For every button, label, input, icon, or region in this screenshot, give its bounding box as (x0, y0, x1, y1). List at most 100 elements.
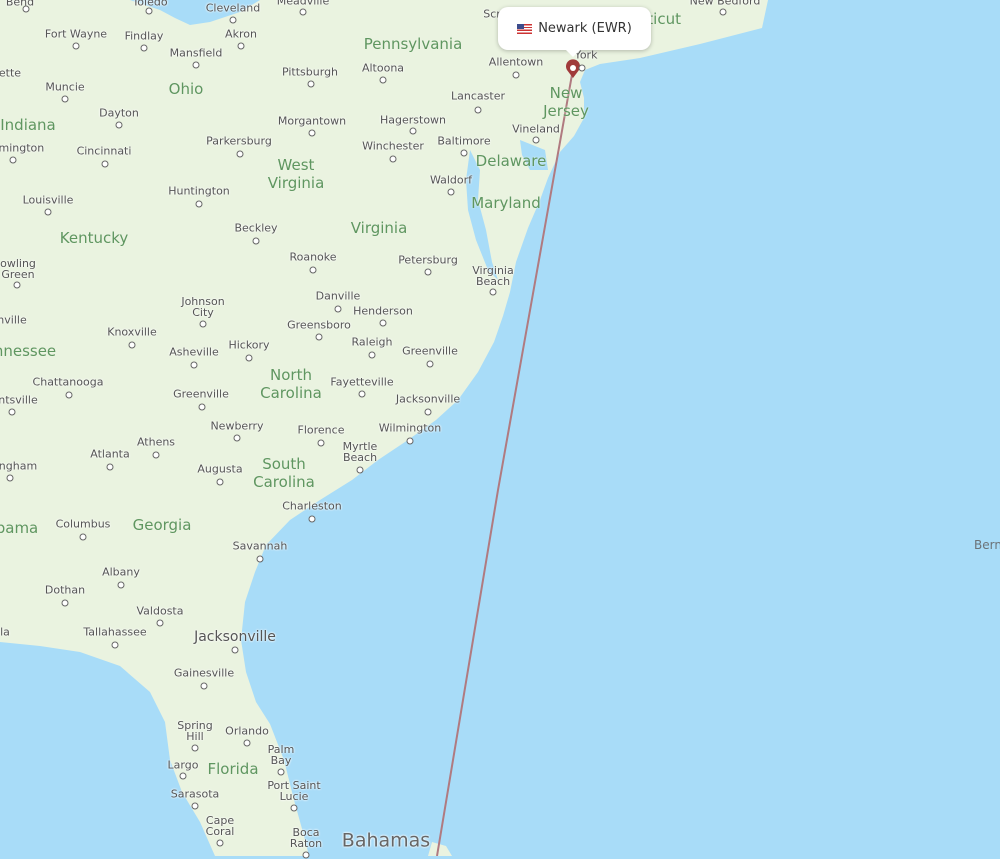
city-dot-icon (389, 155, 397, 163)
city-dot-icon (368, 351, 376, 359)
city-dot-icon (199, 320, 207, 328)
city-label: Bend (5, 0, 35, 9)
state-label: North Carolina (260, 366, 322, 402)
city-dot-icon (13, 281, 21, 289)
city-dot-icon (198, 403, 206, 411)
city-dot-icon (117, 581, 125, 589)
city-label: Augusta (197, 462, 243, 476)
city-dot-icon (252, 237, 260, 245)
city-label: ette (0, 66, 22, 80)
city-label: Jacksonville (395, 392, 461, 406)
city-dot-icon (140, 44, 148, 52)
state-label: Kentucky (59, 229, 129, 247)
city-dot-icon (200, 682, 208, 690)
city-label: Winchester (362, 139, 424, 153)
city-dot-icon (243, 739, 251, 747)
city-label: Findlay (124, 29, 164, 43)
city-dot-icon (79, 533, 87, 541)
city-label: Baltimore (437, 134, 491, 148)
city-label: Knoxville (107, 325, 157, 339)
city-label: Vineland (512, 122, 560, 136)
city-label: Largo (167, 758, 199, 772)
city-label: Altoona (361, 61, 405, 75)
city-label: Lancaster (451, 89, 505, 103)
airport-tooltip[interactable]: Newark (EWR) (498, 7, 651, 57)
city-label: Atlanta (90, 447, 130, 461)
city-dot-icon (229, 16, 237, 24)
city-dot-icon (152, 451, 160, 459)
state-label: Maryland (471, 194, 541, 212)
city-dot-icon (216, 839, 224, 847)
state-label: bama (0, 519, 39, 537)
city-dot-icon (61, 599, 69, 607)
city-label: Johnson City (181, 295, 225, 319)
city-label: Greenville (402, 344, 458, 358)
city-dot-icon (308, 515, 316, 523)
city-dot-icon (216, 478, 224, 486)
city-label: Spring Hill (177, 719, 213, 743)
city-dot-icon (191, 744, 199, 752)
city-dot-icon (256, 555, 264, 563)
city-dot-icon (532, 136, 540, 144)
city-label: Muncie (45, 80, 85, 94)
city-label: Waldorf (429, 173, 473, 187)
tooltip-label: Newark (EWR) (538, 21, 632, 36)
city-label: Virginia Beach (472, 264, 514, 288)
city-dot-icon (406, 437, 414, 445)
city-label: Wilmington (378, 421, 442, 435)
city-label: Athens (136, 435, 176, 449)
city-label: Tallahassee (83, 625, 147, 639)
city-label: Mansfield (169, 46, 223, 60)
city-dot-icon (44, 208, 52, 216)
city-dot-icon (195, 200, 203, 208)
city-dot-icon (233, 434, 241, 442)
city-label: Allentown (488, 55, 544, 69)
state-label: Virginia (350, 219, 408, 237)
city-dot-icon (236, 150, 244, 158)
state-label: Pennsylvania (363, 35, 463, 53)
city-label: Sarasota (170, 787, 220, 801)
city-label: Petersburg (398, 253, 458, 267)
city-label: Dothan (44, 583, 86, 597)
city-label: Pittsburgh (281, 65, 339, 79)
city-dot-icon (156, 619, 164, 627)
city-dot-icon (8, 408, 16, 416)
country-label: Bahamas (341, 829, 431, 852)
map-canvas[interactable] (0, 0, 1000, 856)
city-label: ntsville (0, 393, 38, 407)
city-dot-icon (22, 5, 30, 13)
city-dot-icon (426, 360, 434, 368)
city-label: Myrtle Beach (342, 440, 378, 464)
city-dot-icon (6, 474, 14, 482)
city-dot-icon (424, 408, 432, 416)
city-label: Gainesville (173, 666, 235, 680)
city-label: Palm Bay (267, 743, 295, 767)
city-label: Akron (225, 27, 257, 41)
city-dot-icon (106, 463, 114, 471)
city-label: Cincinnati (76, 144, 132, 158)
city-label: Hickory (228, 338, 270, 352)
city-dot-icon (307, 80, 315, 88)
city-dot-icon (111, 641, 119, 649)
city-label: Savannah (232, 539, 288, 553)
city-label: Columbus (55, 517, 111, 531)
city-label: Port Saint Lucie (267, 779, 321, 803)
state-label: Georgia (132, 516, 192, 534)
city-dot-icon (302, 851, 310, 859)
state-label: Indiana (0, 116, 56, 134)
city-label: Greensboro (287, 318, 351, 332)
state-label: Ohio (168, 80, 204, 98)
city-dot-icon (358, 390, 366, 398)
city-label: Danville (315, 289, 361, 303)
city-dot-icon (474, 106, 482, 114)
city-label: Newberry (210, 419, 264, 433)
island-label: Bern (974, 538, 1000, 552)
city-dot-icon (379, 76, 387, 84)
city-dot-icon (245, 354, 253, 362)
city-label: Cleveland (205, 1, 261, 15)
city-dot-icon (145, 7, 153, 15)
state-label: West Virginia (267, 156, 325, 192)
city-label: Florence (297, 423, 345, 437)
bahamas-island (428, 842, 452, 856)
city-dot-icon (101, 160, 109, 168)
